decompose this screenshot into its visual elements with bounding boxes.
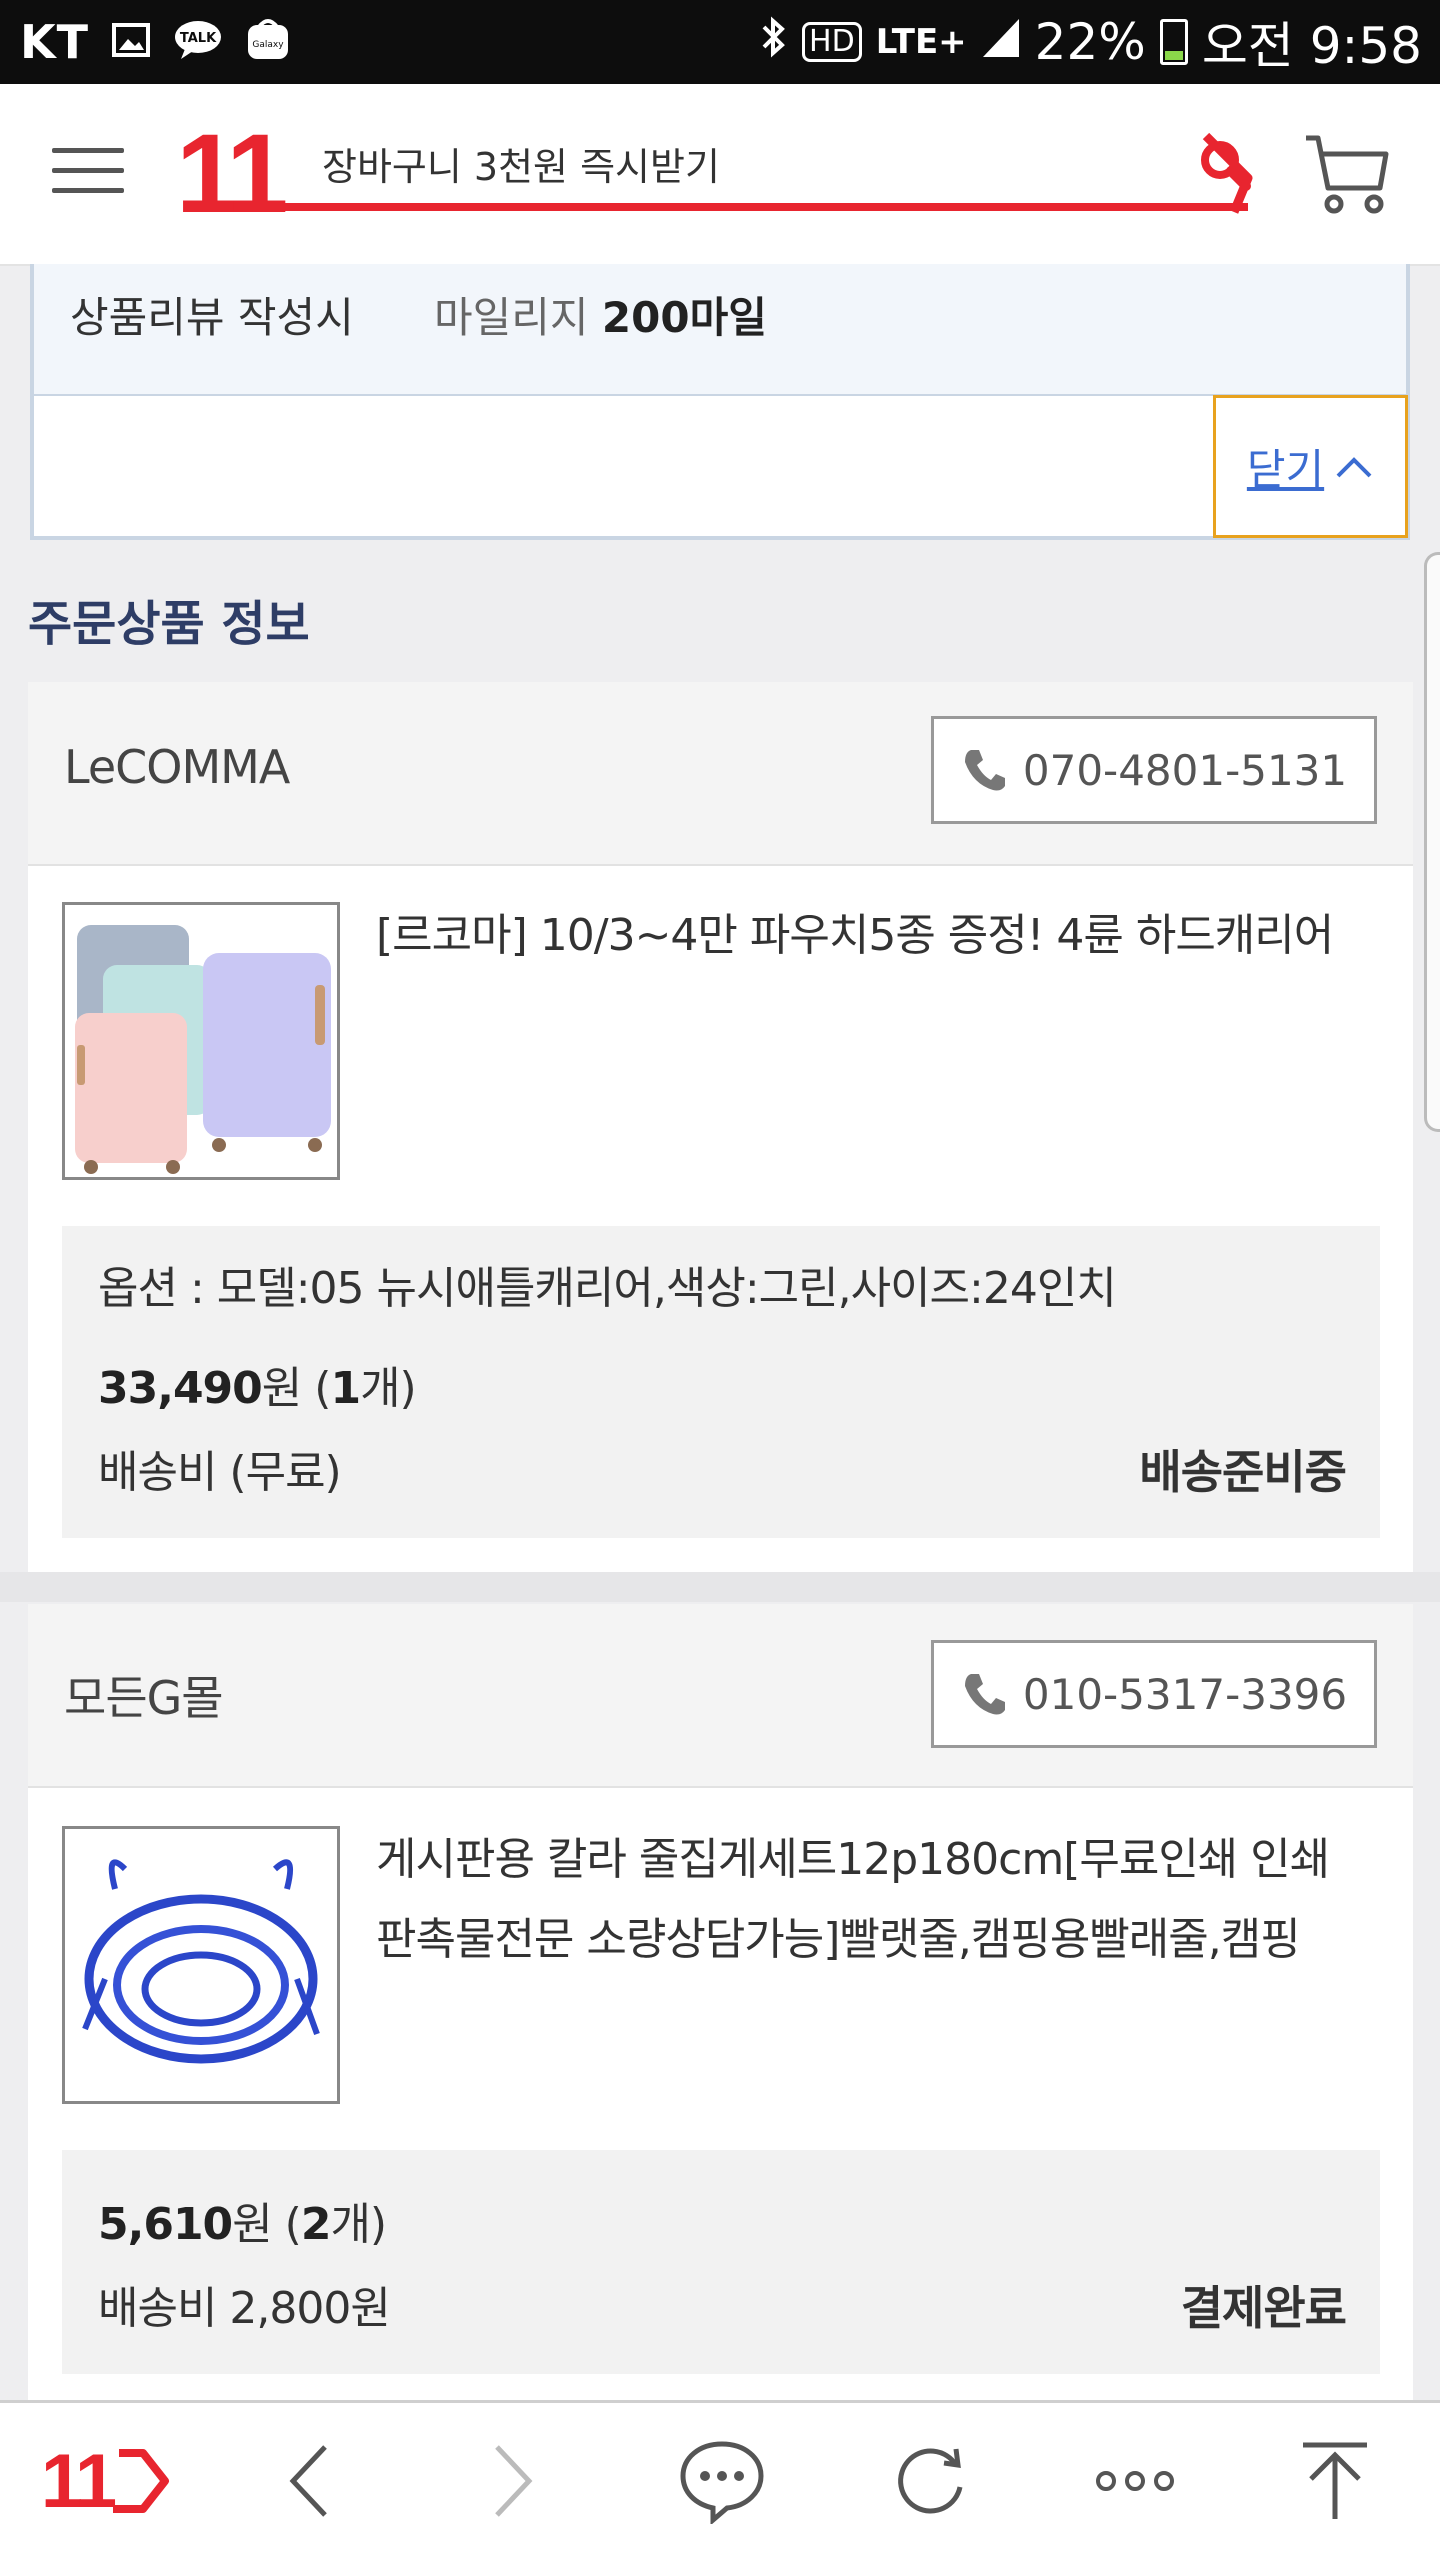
product-name[interactable]: 게시판용 칼라 줄집게세트12p180cm[무료인쇄 인쇄 판촉물전문 소량상담… [376, 1820, 1386, 1980]
order-info-box [62, 2150, 1380, 2374]
clock: 오전 9:58 [1201, 17, 1422, 75]
benefit-label: 상품리뷰 작성시 [70, 293, 354, 342]
carrier-label: KT [20, 15, 90, 69]
menu-icon-bar [52, 148, 124, 153]
product-name[interactable]: [르코마] 10/3~4만 파우치5종 증정! 4륜 하드캐리어 [376, 896, 1386, 976]
chat-button[interactable] [672, 2436, 772, 2526]
refresh-button[interactable] [880, 2436, 980, 2526]
status-bar: KT TALK Galaxy HD LTE+ 22% 오전 9:58 [0, 0, 1440, 84]
kakaotalk-notification-icon: TALK [173, 19, 223, 65]
menu-icon-bar [52, 188, 124, 193]
section-title: 주문상품 정보 [28, 596, 310, 652]
chat-bubble-icon [680, 2441, 764, 2524]
close-label: 닫기 [1246, 445, 1325, 494]
battery-icon [1159, 19, 1188, 65]
chevron-left-icon [289, 2445, 327, 2517]
signal-icon [981, 13, 1021, 71]
more-button[interactable] [1080, 2436, 1190, 2526]
network-type-label: LTE+ [875, 22, 967, 62]
galaxy-notification-icon: Galaxy [245, 17, 291, 67]
shipping-fee: 배송비 (무료) [98, 1447, 342, 1498]
phone-icon [964, 1674, 1005, 1715]
quantity-suffix: 개) [330, 2199, 387, 2250]
back-button[interactable] [270, 2436, 350, 2526]
suitcase-image [65, 905, 337, 1177]
order-option: 옵션 : 모델:05 뉴시애틀캐리어,색상:그린,사이즈:24인치 [98, 1263, 1117, 1314]
hd-voice-icon: HD [802, 22, 862, 62]
shipping-fee: 배송비 2,800원 [98, 2283, 391, 2334]
home-logo-button[interactable]: 11 [32, 2436, 182, 2526]
quantity-value: 1 [330, 1363, 361, 1414]
order-status: 배송준비중 [1139, 1445, 1347, 1499]
seller-phone-number: 070-4801-5131 [1022, 745, 1348, 795]
seller-phone-button[interactable]: 070-4801-5131 [931, 716, 1377, 824]
svg-text:TALK: TALK [180, 31, 217, 46]
arrow-right-icon [1202, 132, 1253, 214]
price-value: 5,610 [98, 2199, 233, 2250]
mileage-value: 200마일 [601, 293, 767, 342]
bottom-logo: 11 [40, 2438, 117, 2524]
product-name-line: 판촉물전문 소량상담가능]빨랫줄,캠핑용빨래줄,캠핑 [376, 1914, 1301, 1965]
search-banner-text[interactable]: 장바구니 3천원 즉시받기 [322, 136, 720, 191]
order-price: 5,610원 (2개) [98, 2188, 387, 2252]
refresh-icon [898, 2448, 963, 2514]
menu-button[interactable] [52, 140, 128, 202]
seller-phone-number: 010-5317-3396 [1022, 1669, 1348, 1719]
quantity-value: 2 [300, 2199, 332, 2250]
chevron-right-icon [495, 2445, 533, 2517]
benefit-mileage: 마일리지 200마일 [434, 284, 767, 345]
battery-percent: 22% [1034, 13, 1146, 71]
brand-logo[interactable]: 11 [176, 118, 288, 230]
price-value: 33,490 [98, 1363, 263, 1414]
status-left: KT TALK Galaxy [20, 14, 291, 70]
card-gap [0, 1572, 1440, 1602]
gallery-notification-icon [111, 20, 151, 64]
phone-icon [964, 750, 1005, 791]
search-underline [248, 203, 1248, 211]
product-thumbnail[interactable] [62, 902, 340, 1180]
bluetooth-icon [758, 13, 788, 71]
order-price: 33,490원 (1개) [98, 1352, 417, 1416]
quantity-suffix: 개) [360, 1363, 417, 1414]
menu-icon-bar [52, 168, 124, 173]
product-name-line: 게시판용 칼라 줄집게세트12p180cm[무료인쇄 인쇄 [376, 1834, 1330, 1885]
seller-phone-button[interactable]: 010-5317-3396 [931, 1640, 1377, 1748]
side-scroll-handle[interactable] [1424, 552, 1440, 1132]
arrow-up-icon [1303, 2442, 1367, 2519]
forward-button[interactable] [472, 2436, 552, 2526]
price-suffix: 원 ( [261, 1363, 332, 1414]
cart-icon[interactable] [1302, 128, 1392, 218]
more-dots-icon [1096, 2471, 1174, 2491]
chevron-up-icon [1336, 456, 1372, 477]
status-right: HD LTE+ 22% 오전 9:58 [758, 10, 1422, 75]
clothesline-image [65, 1829, 337, 2101]
price-suffix: 원 ( [232, 2199, 302, 2250]
seller-name[interactable]: LeCOMMA [64, 740, 290, 794]
scroll-top-button[interactable] [1290, 2436, 1380, 2526]
logo-arrow-icon [113, 2449, 170, 2513]
svg-text:Galaxy: Galaxy [252, 40, 284, 50]
product-thumbnail[interactable] [62, 1826, 340, 2104]
close-button[interactable]: 닫기 [1213, 395, 1408, 538]
seller-name[interactable]: 모든G몰 [64, 1662, 224, 1728]
mileage-prefix: 마일리지 [434, 293, 589, 342]
order-status: 결제완료 [1180, 2281, 1347, 2335]
